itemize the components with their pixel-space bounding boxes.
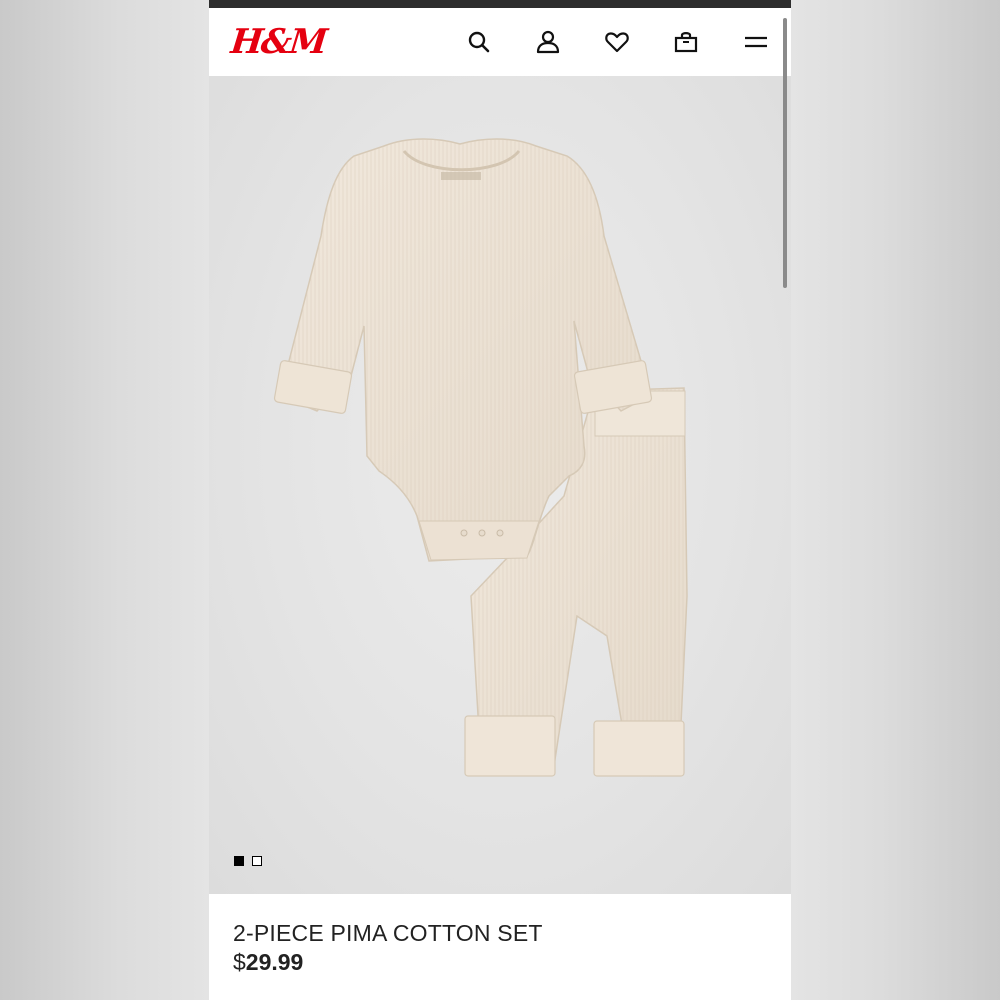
hm-logo[interactable]: H&M	[228, 18, 328, 66]
product-title[interactable]: 2-PIECE PIMA COTTON SET	[233, 920, 543, 947]
menu-icon[interactable]	[742, 28, 770, 56]
bag-icon[interactable]	[672, 28, 700, 56]
product-info: 2-PIECE PIMA COTTON SET $29.99	[209, 894, 791, 1000]
pagination-dot-2[interactable]	[252, 856, 262, 866]
scrollbar[interactable]	[783, 18, 787, 288]
product-image[interactable]	[209, 76, 791, 894]
account-icon[interactable]	[534, 28, 562, 56]
site-header: H&M	[209, 8, 791, 76]
garment-illustration	[273, 138, 688, 777]
heart-icon[interactable]	[603, 28, 631, 56]
price-currency: $	[233, 949, 246, 975]
phone-screen: H&M 2-PIECE PIMA COTTON SET $29.99	[209, 0, 791, 1000]
search-icon[interactable]	[465, 28, 493, 56]
pagination-dot-1[interactable]	[234, 856, 244, 866]
price-amount: 29.99	[245, 949, 304, 975]
product-price: $29.99	[233, 949, 303, 976]
status-bar	[209, 0, 791, 8]
